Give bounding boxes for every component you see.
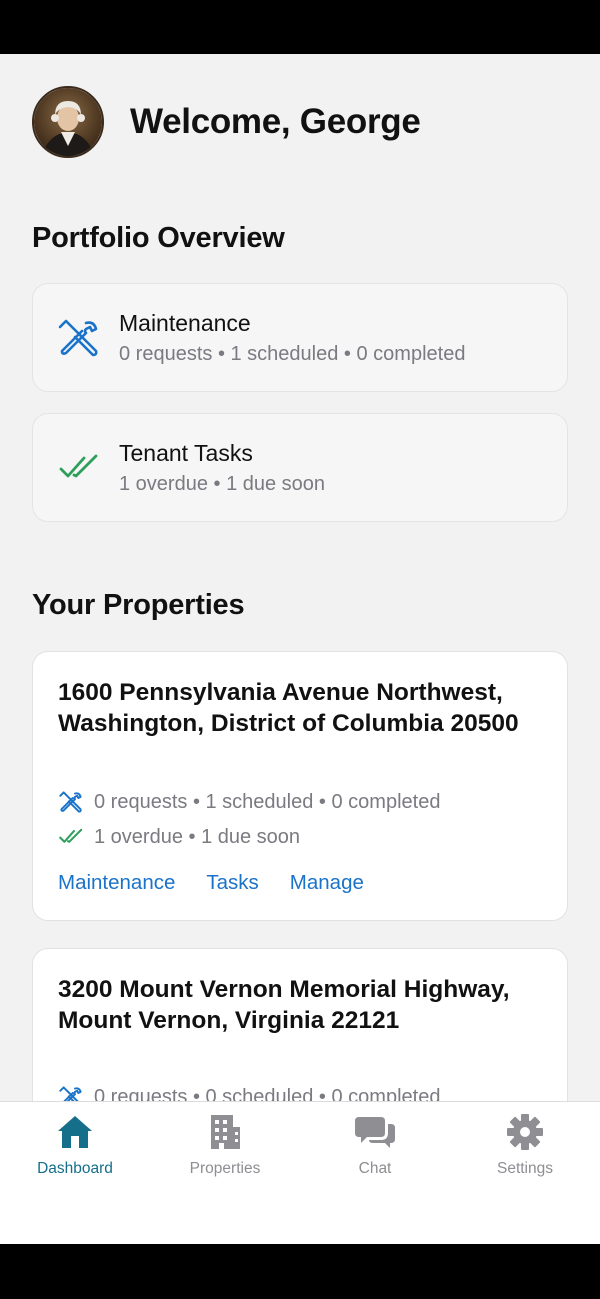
welcome-header: Welcome, George bbox=[32, 86, 421, 158]
tasks-link[interactable]: Tasks bbox=[206, 871, 258, 895]
property-card[interactable]: 1600 Pennsylvania Avenue Northwest, Wash… bbox=[32, 651, 568, 921]
tab-dashboard[interactable]: Dashboard bbox=[0, 1112, 150, 1178]
property-maintenance-summary: 0 requests • 1 scheduled • 0 completed bbox=[58, 790, 440, 814]
tools-icon bbox=[58, 790, 84, 814]
property-links: Maintenance Tasks Manage bbox=[58, 871, 395, 895]
portfolio-overview-title: Portfolio Overview bbox=[32, 222, 285, 254]
property-tasks-summary: 1 overdue • 1 due soon bbox=[58, 825, 300, 849]
your-properties-title: Your Properties bbox=[32, 589, 245, 621]
home-indicator-bar bbox=[0, 1244, 600, 1299]
tab-chat[interactable]: Chat bbox=[300, 1112, 450, 1178]
avatar[interactable] bbox=[32, 86, 104, 158]
tenant-tasks-overview-card[interactable]: Tenant Tasks 1 overdue • 1 due soon bbox=[32, 413, 568, 522]
tab-label: Chat bbox=[358, 1160, 392, 1177]
maintenance-title: Maintenance bbox=[119, 309, 251, 336]
status-bar bbox=[0, 0, 600, 54]
double-check-icon bbox=[55, 444, 103, 492]
tab-label: Settings bbox=[496, 1160, 553, 1177]
gear-icon bbox=[505, 1112, 545, 1152]
maintenance-summary: 0 requests • 1 scheduled • 0 completed bbox=[119, 342, 466, 365]
building-icon bbox=[205, 1112, 245, 1152]
tenant-tasks-summary: 1 overdue • 1 due soon bbox=[119, 472, 326, 495]
property-address: 1600 Pennsylvania Avenue Northwest, Wash… bbox=[58, 679, 519, 737]
manage-link[interactable]: Manage bbox=[290, 871, 364, 895]
tab-label: Dashboard bbox=[37, 1160, 113, 1177]
home-icon bbox=[55, 1112, 95, 1152]
bottom-tab-bar: Dashboard Properties Chat Settings bbox=[0, 1101, 600, 1244]
property-address: 3200 Mount Vernon Memorial Highway, Moun… bbox=[58, 976, 510, 1034]
double-check-icon bbox=[58, 825, 84, 849]
welcome-text: Welcome, George bbox=[130, 102, 421, 141]
maintenance-link[interactable]: Maintenance bbox=[58, 871, 175, 895]
tools-icon bbox=[55, 314, 103, 362]
dashboard-screen: Welcome, George Portfolio Overview Maint… bbox=[0, 54, 600, 1244]
property-tasks-text: 1 overdue • 1 due soon bbox=[94, 825, 301, 848]
tab-label: Properties bbox=[189, 1160, 261, 1177]
tab-settings[interactable]: Settings bbox=[450, 1112, 600, 1178]
property-maintenance-text: 0 requests • 1 scheduled • 0 completed bbox=[94, 790, 441, 813]
tenant-tasks-title: Tenant Tasks bbox=[119, 439, 253, 466]
tab-properties[interactable]: Properties bbox=[150, 1112, 300, 1178]
chat-icon bbox=[355, 1112, 395, 1152]
maintenance-overview-card[interactable]: Maintenance 0 requests • 1 scheduled • 0… bbox=[32, 283, 568, 392]
